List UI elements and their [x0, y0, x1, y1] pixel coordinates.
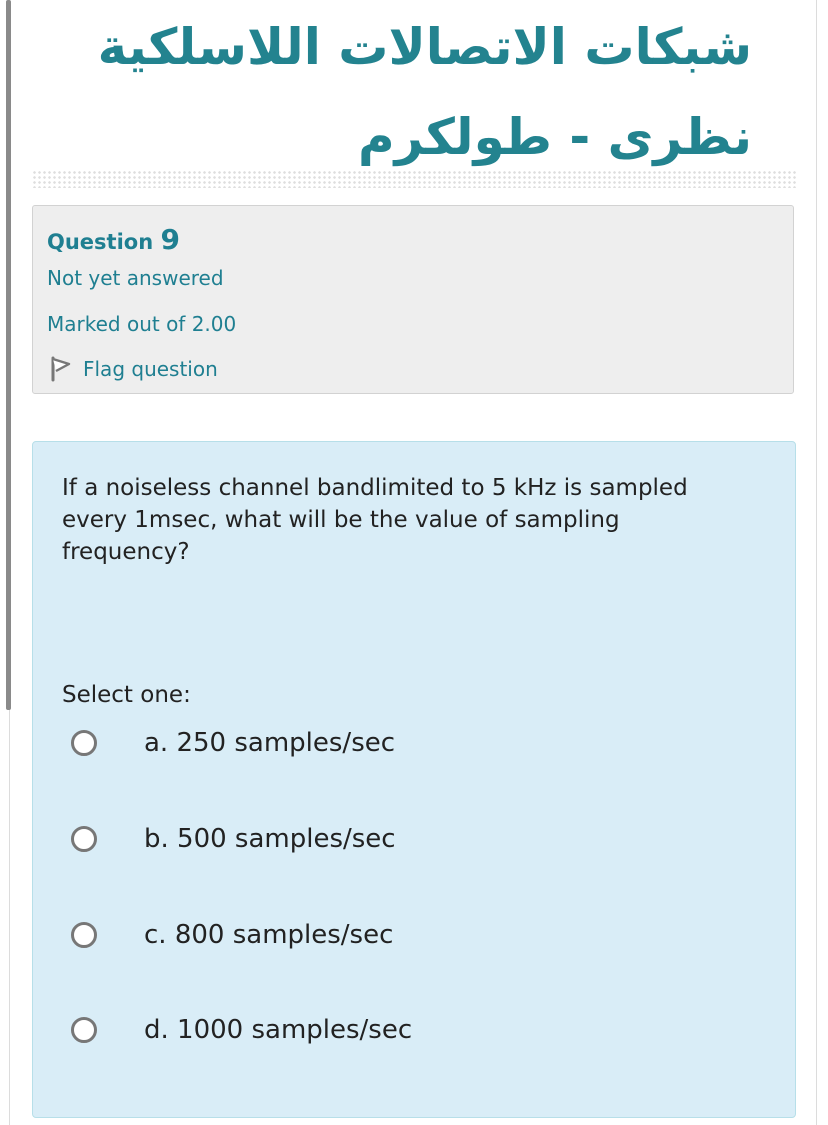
- answer-radio-a[interactable]: [71, 730, 97, 756]
- answer-radio-d[interactable]: [71, 1017, 97, 1043]
- question-label: Question: [47, 230, 154, 254]
- answer-label-c: c. 800 samples/sec: [144, 920, 394, 950]
- select-one-prompt: Select one:: [62, 682, 191, 708]
- course-title-line-1: شبكات الاتصالات اللاسلكية: [97, 18, 752, 76]
- flag-question-button[interactable]: Flag question: [47, 355, 218, 383]
- answer-label-d: d. 1000 samples/sec: [144, 1015, 413, 1045]
- question-number: 9: [160, 223, 180, 256]
- question-grade: Marked out of 2.00: [47, 312, 237, 336]
- answer-option-a[interactable]: a. 250 samples/sec: [71, 723, 671, 763]
- flag-outline-icon: [47, 355, 73, 383]
- question-state: Not yet answered: [47, 266, 224, 290]
- vertical-scrollbar[interactable]: [6, 0, 11, 710]
- answer-label-b: b. 500 samples/sec: [144, 824, 396, 854]
- answer-label-a: a. 250 samples/sec: [144, 728, 396, 758]
- answer-option-c[interactable]: c. 800 samples/sec: [71, 915, 671, 955]
- dotted-divider: [32, 170, 796, 188]
- course-title-line-2: نظرى - طولكرم: [357, 108, 752, 166]
- answer-option-b[interactable]: b. 500 samples/sec: [71, 819, 671, 859]
- question-text: If a noiseless channel bandlimited to 5 …: [62, 475, 688, 565]
- course-title: شبكات الاتصالات اللاسلكية نظرى - طولكرم: [30, 2, 752, 182]
- answer-option-d[interactable]: d. 1000 samples/sec: [71, 1010, 671, 1050]
- question-heading: Question 9: [47, 223, 180, 256]
- flag-question-label: Flag question: [83, 357, 218, 381]
- question-content-panel: If a noiseless channel bandlimited to 5 …: [32, 441, 796, 1118]
- answer-radio-b[interactable]: [71, 826, 97, 852]
- question-info-panel: Question 9 Not yet answered Marked out o…: [32, 205, 794, 394]
- answer-radio-c[interactable]: [71, 922, 97, 948]
- page-right-border: [816, 0, 817, 1125]
